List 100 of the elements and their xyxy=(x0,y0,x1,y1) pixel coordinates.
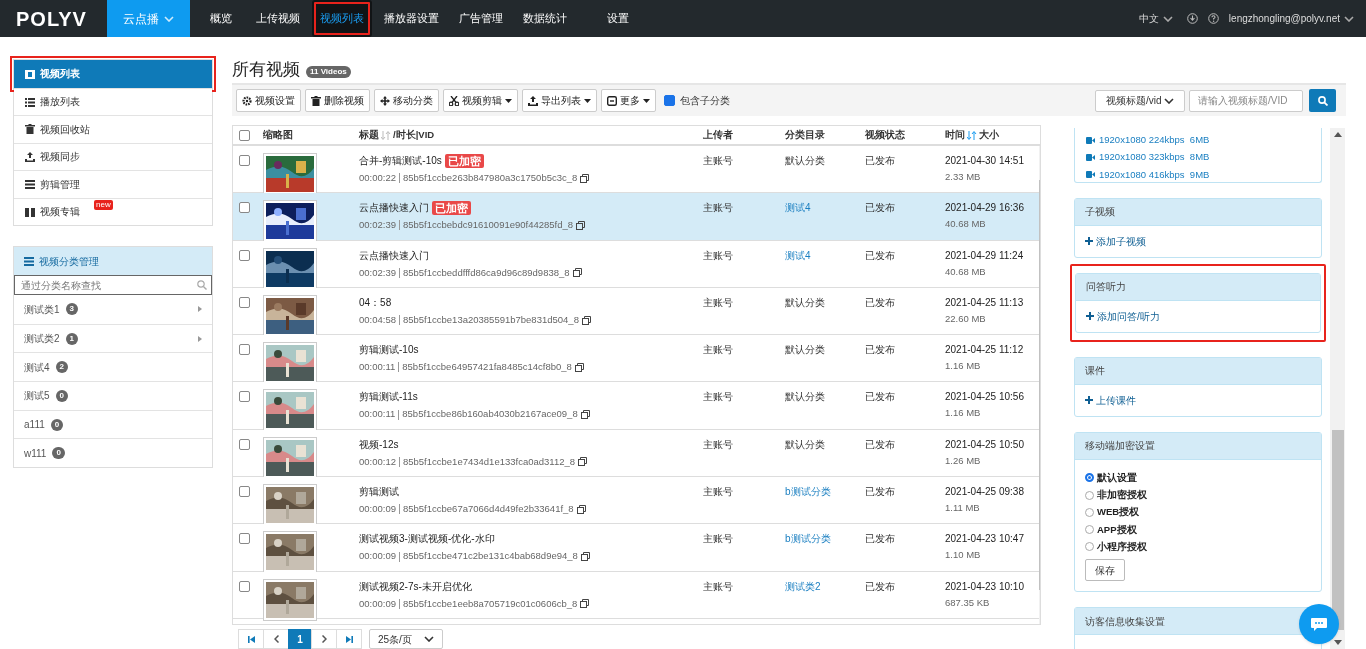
rendition-link[interactable]: 1920x1080 416kbps 9MB xyxy=(1099,167,1210,182)
download-icon[interactable] xyxy=(1186,13,1198,24)
toolbar-button[interactable]: 视频剪辑 xyxy=(443,89,518,112)
category-item[interactable]: 测试类2 1 xyxy=(14,323,212,353)
video-title[interactable]: 测试视频3-测试视频-优化-水印 xyxy=(359,531,495,547)
table-row[interactable]: 剪辑测试 00:00:09 85b5f1ccbe67a7066d4d49fe2b33641f_8 主账号 b测试分类 已发布 2021-04-25 09:38 1.11 MB xyxy=(233,477,1039,525)
radio-button[interactable] xyxy=(1085,542,1094,552)
copy-icon[interactable] xyxy=(580,599,590,609)
gear-icon xyxy=(242,95,252,106)
rendition-link[interactable]: 1920x1080 323kbps 8MB xyxy=(1099,150,1210,165)
checkbox[interactable] xyxy=(239,296,250,308)
checkbox[interactable] xyxy=(239,438,250,450)
video-title[interactable]: 视频-12s xyxy=(359,436,399,452)
table-row[interactable]: 剪辑测试-11s 00:00:11 85b5f1ccbe86b160ab4030b2167ace09_8 主账号 默认分类 已发布 2021-04-25 10:56 1.16 MB xyxy=(233,382,1039,430)
add-link[interactable]: 上传课件 xyxy=(1085,392,1136,408)
copy-icon[interactable] xyxy=(574,362,584,372)
category-item[interactable]: 测试4 2 xyxy=(14,352,212,382)
category-link[interactable]: 测试4 xyxy=(781,200,861,216)
language-menu[interactable]: 中文 xyxy=(1138,11,1173,26)
toolbar-button[interactable]: 视频设置 xyxy=(236,89,301,112)
copy-icon[interactable] xyxy=(576,504,586,514)
radio-button[interactable] xyxy=(1085,490,1094,500)
nav-tab[interactable]: 数据统计 xyxy=(515,0,575,37)
search-button[interactable] xyxy=(1309,89,1336,112)
checkbox[interactable] xyxy=(239,533,250,545)
save-button[interactable]: 保存 xyxy=(1085,559,1125,581)
video-title[interactable]: 剪辑测试-11s xyxy=(359,389,418,405)
video-title[interactable]: 测试视频2-7s-未开启优化 xyxy=(359,578,472,594)
page-size-select[interactable]: 25条/页 xyxy=(369,629,443,649)
nav-tab[interactable]: 广告管理 xyxy=(451,0,511,37)
video-title[interactable]: 云点播快速入门 xyxy=(359,200,429,216)
nav-tab[interactable]: 设置 xyxy=(595,0,641,37)
copy-icon[interactable] xyxy=(578,457,588,467)
toolbar-button[interactable]: 移动分类 xyxy=(374,89,439,112)
toolbar-button[interactable]: 更多 xyxy=(601,89,656,112)
account-menu[interactable]: lengzhongling@polyv.net xyxy=(1228,11,1354,26)
column-header: 视频状态 xyxy=(864,127,906,142)
help-icon[interactable] xyxy=(1207,13,1219,24)
radio-button[interactable] xyxy=(1085,525,1094,535)
first-page-button[interactable] xyxy=(238,629,264,649)
add-link[interactable]: 添加子视频 xyxy=(1085,233,1146,249)
video-title[interactable]: 剪辑测试 xyxy=(359,484,399,500)
column-header[interactable]: 标题 xyxy=(359,127,379,143)
nav-tab[interactable]: 播放器设置 xyxy=(376,0,447,37)
checkbox[interactable] xyxy=(239,391,250,403)
last-page-button[interactable] xyxy=(336,629,362,649)
radio-button[interactable] xyxy=(1085,507,1094,517)
nav-tab[interactable]: 概览 xyxy=(198,0,244,37)
copy-icon[interactable] xyxy=(580,173,590,183)
sort-icon xyxy=(967,130,977,140)
video-title[interactable]: 云点播快速入门 xyxy=(359,247,429,263)
category-item[interactable]: 测试类1 3 xyxy=(14,295,212,324)
table-row[interactable]: 04：58 00:04:58 85b5f1ccbe13a20385591b7be831d504_8 主账号 默认分类 已发布 2021-04-25 11:13 22.60 MB xyxy=(233,287,1039,336)
table-row[interactable]: 云点播快速入门 已加密 00:02:39 85b5f1ccbebdc91610091e90f44285fd_8 主账号 测试4 已发布 2021-04-29 16:36 40.68 MB xyxy=(233,193,1039,241)
checkbox[interactable] xyxy=(239,249,250,261)
category-link[interactable]: b测试分类 xyxy=(781,484,861,500)
checkbox[interactable] xyxy=(239,202,250,214)
table-row[interactable]: 测试视频2-7s-未开启优化 00:00:09 85b5f1ccbe1eeb8a705719c01c0606cb_8 主账号 测试类2 已发布 2021-04-23 10:10 687.35 KB xyxy=(233,571,1039,619)
nav-tab[interactable]: 上传视频 xyxy=(248,0,308,37)
toolbar-button[interactable]: 删除视频 xyxy=(305,89,370,112)
checkbox[interactable] xyxy=(239,129,250,141)
checkbox[interactable] xyxy=(239,344,250,356)
next-page-button[interactable] xyxy=(311,629,337,649)
scrollbar-thumb[interactable] xyxy=(1331,430,1344,630)
category-item[interactable]: a111 0 xyxy=(14,409,212,439)
chat-icon xyxy=(1311,617,1327,631)
copy-icon[interactable] xyxy=(580,552,590,561)
column-header[interactable]: 时间 xyxy=(945,127,965,143)
checkbox[interactable] xyxy=(664,95,675,106)
category-item[interactable]: w111 0 xyxy=(14,438,212,468)
category-item[interactable]: 测试5 0 xyxy=(14,381,212,410)
category-link[interactable]: b测试分类 xyxy=(781,531,861,547)
table-row[interactable]: 视频-12s 00:00:12 85b5f1ccbe1e7434d1e133fca0ad3112_8 主账号 默认分类 已发布 2021-04-25 10:50 1.26 MB xyxy=(233,429,1039,478)
table-row[interactable]: 剪辑测试-10s 00:00:11 85b5f1ccbe64957421fa8485c14cf8b0_8 主账号 默认分类 已发布 2021-04-25 11:12 1.16 MB xyxy=(233,335,1039,383)
category-link[interactable]: 测试类2 xyxy=(781,578,861,594)
copy-icon[interactable] xyxy=(580,410,590,420)
copy-icon[interactable] xyxy=(572,268,582,278)
checkbox[interactable] xyxy=(239,580,250,592)
category-search-field[interactable]: 通过分类名称查找 xyxy=(14,275,212,295)
checkbox[interactable] xyxy=(239,486,250,498)
table-row[interactable]: 测试视频3-测试视频-优化-水印 00:00:09 85b5f1ccbe471c2be131c4bab68d9e94_8 主账号 b测试分类 已发布 2021-04-23 10:47 1.10 MB xyxy=(233,524,1039,572)
video-title[interactable]: 剪辑测试-10s xyxy=(359,342,419,358)
toolbar-button[interactable]: 导出列表 xyxy=(522,89,597,112)
add-link[interactable]: 添加问答/听力 xyxy=(1086,308,1160,324)
page-button[interactable]: 1 xyxy=(288,629,312,649)
search-type-select[interactable]: 视频标题/vid xyxy=(1095,89,1185,112)
radio-button[interactable] xyxy=(1085,473,1094,483)
rendition-link[interactable]: 1920x1080 224kbps 6MB xyxy=(1099,133,1210,148)
brand-logo[interactable]: POLYV xyxy=(16,3,87,34)
copy-icon[interactable] xyxy=(581,315,591,325)
video-title[interactable]: 04：58 xyxy=(359,294,392,310)
video-title[interactable]: 合并-剪辑测试-10s xyxy=(359,153,442,168)
copy-icon[interactable] xyxy=(576,220,586,230)
nav-tab[interactable]: 视频列表 xyxy=(312,0,372,37)
previous-page-button[interactable] xyxy=(263,629,289,649)
table-cell-text: 已发布 xyxy=(864,437,896,452)
search-field[interactable]: 请输入视频标题/VID xyxy=(1189,89,1303,112)
checkbox[interactable] xyxy=(239,155,250,166)
table-row[interactable]: 云点播快速入门 00:02:39 85b5f1ccbeddfffd86ca9d96c89d9838_8 主账号 测试4 已发布 2021-04-29 11:24 40.68 MB xyxy=(233,240,1039,288)
category-link[interactable]: 测试4 xyxy=(781,247,861,263)
